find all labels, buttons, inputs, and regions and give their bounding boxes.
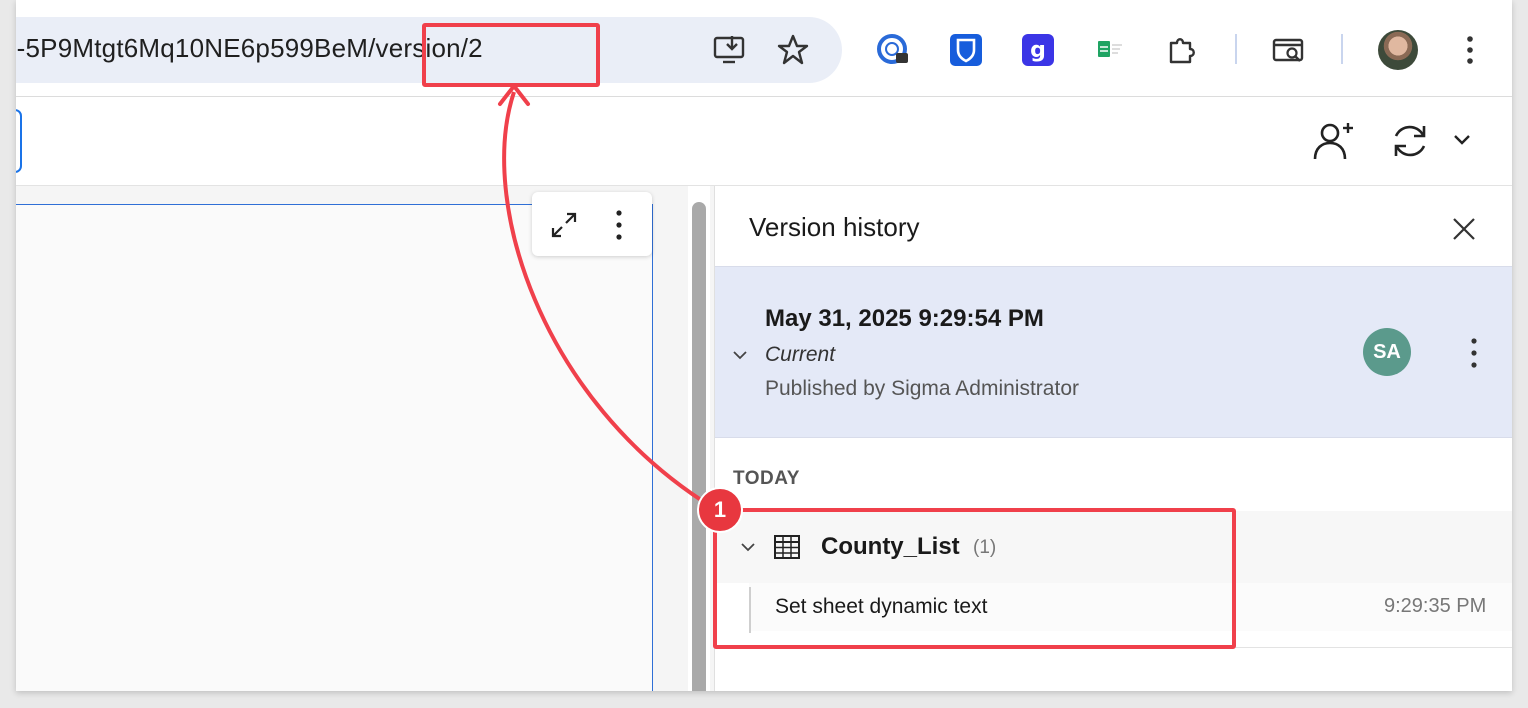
chevron-down-icon[interactable] xyxy=(1453,133,1471,147)
refresh-icon[interactable] xyxy=(1390,121,1430,161)
grammarly-extension-icon[interactable]: g xyxy=(1021,33,1055,67)
expand-icon[interactable] xyxy=(551,212,577,238)
chevron-down-icon[interactable] xyxy=(731,346,749,364)
version-status: Current xyxy=(765,343,836,366)
browser-toolbar: g-5P9Mtgt6Mq10NE6p599BeM/version/2 g xyxy=(16,0,1512,97)
section-label: TODAY xyxy=(733,468,800,489)
url-text[interactable]: g-5P9Mtgt6Mq10NE6p599BeM/version/2 xyxy=(16,33,483,64)
app-toolbar xyxy=(16,97,1512,186)
annotation-highlight-change xyxy=(713,508,1236,649)
profile-avatar[interactable] xyxy=(1378,30,1418,70)
version-date: May 31, 2025 9:29:54 PM xyxy=(765,305,1044,332)
toolbar-divider xyxy=(1341,34,1343,64)
svg-text:g: g xyxy=(1030,38,1046,63)
extensions-puzzle-icon[interactable] xyxy=(1166,33,1200,67)
change-time: 9:29:35 PM xyxy=(1384,595,1487,617)
share-add-user-icon[interactable] xyxy=(1312,121,1356,161)
install-app-icon[interactable] xyxy=(713,33,747,67)
lastpass-extension-icon[interactable] xyxy=(877,33,911,67)
panel-title: Version history xyxy=(749,212,920,242)
user-avatar: SA xyxy=(1363,328,1411,376)
close-icon[interactable] xyxy=(1449,214,1479,244)
toolbar-button-edge[interactable] xyxy=(16,109,22,173)
bitwarden-extension-icon[interactable] xyxy=(949,33,983,67)
tab-search-icon[interactable] xyxy=(1272,33,1306,67)
toolbar-divider xyxy=(1235,34,1237,64)
next-version-faded xyxy=(765,676,771,691)
element-toolbar xyxy=(532,192,652,256)
sheets-extension-icon[interactable] xyxy=(1094,33,1128,67)
browser-menu-icon[interactable] xyxy=(1453,33,1487,67)
element-more-icon[interactable] xyxy=(614,208,624,242)
canvas-scrollbar[interactable] xyxy=(692,202,706,691)
selected-element-frame[interactable] xyxy=(16,204,653,691)
current-version-card[interactable]: May 31, 2025 9:29:54 PM Current Publishe… xyxy=(715,266,1512,438)
workbook-canvas xyxy=(16,186,714,691)
version-publisher: Published by Sigma Administrator xyxy=(765,377,1079,400)
annotation-highlight-url xyxy=(422,23,600,87)
annotation-step-badge: 1 xyxy=(697,487,743,533)
bookmark-star-icon[interactable] xyxy=(776,33,810,67)
version-more-icon[interactable] xyxy=(1469,336,1479,370)
